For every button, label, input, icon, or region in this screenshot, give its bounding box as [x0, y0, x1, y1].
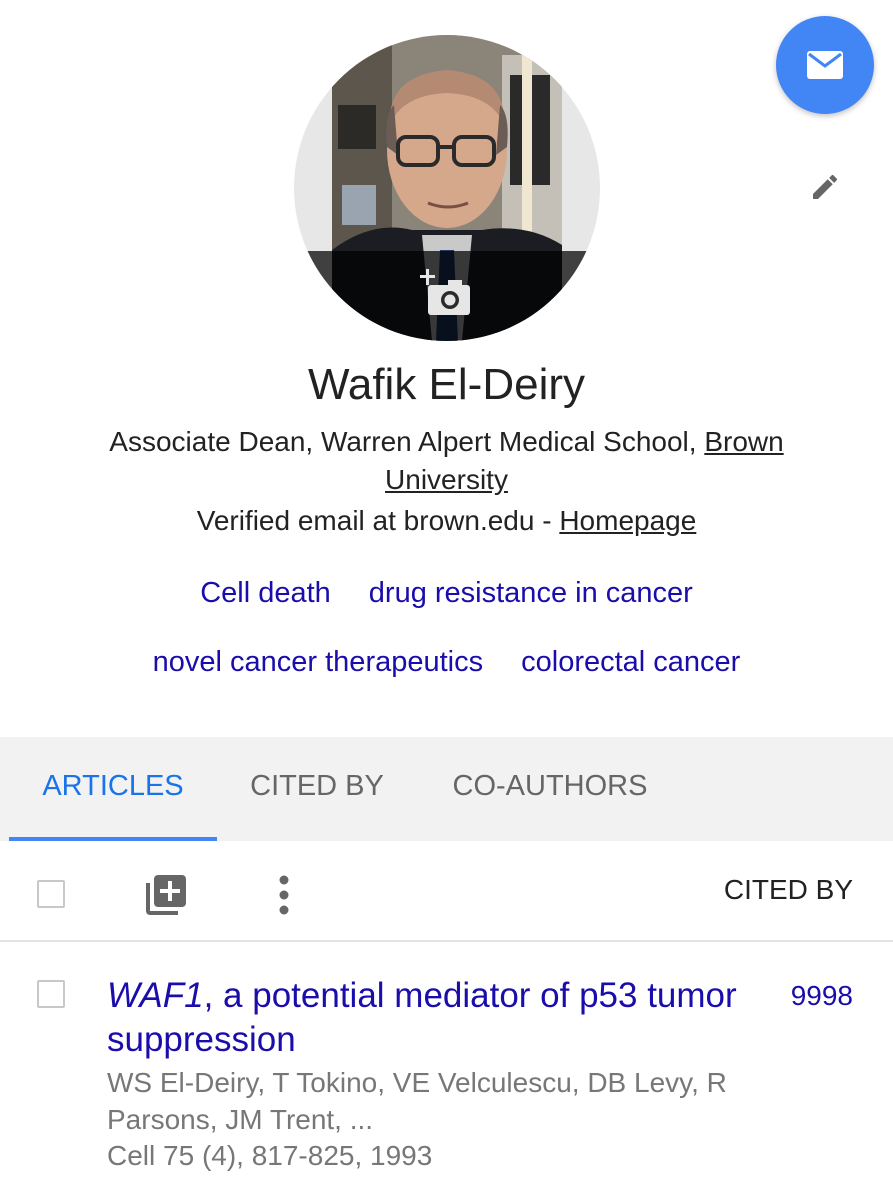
cited-by-column-header[interactable]: CITED BY [724, 874, 853, 906]
email-verification: Verified email at brown.edu - Homepage [0, 505, 893, 537]
more-options-button[interactable] [266, 871, 302, 919]
toolbar-divider [0, 940, 893, 942]
article-source: Cell 75 (4), 817-825, 1993 [107, 1140, 433, 1171]
tab-bar: ARTICLES CITED BY CO-AUTHORS [0, 737, 893, 841]
interest-link[interactable]: colorectal cancer [521, 646, 740, 679]
select-all-checkbox[interactable] [37, 880, 65, 908]
interests-row-2: novel cancer therapeutics colorectal can… [0, 646, 893, 679]
tab-cited-by[interactable]: CITED BY [224, 737, 410, 841]
homepage-link[interactable]: Homepage [559, 505, 696, 536]
interest-link[interactable]: drug resistance in cancer [369, 577, 693, 610]
affiliation: Associate Dean, Warren Alpert Medical Sc… [60, 423, 833, 499]
interest-link[interactable]: novel cancer therapeutics [153, 646, 483, 679]
article-authors: WS El-Deiry, T Tokino, VE Velculescu, DB… [107, 1067, 727, 1135]
article-title-italic: WAF1 [107, 976, 204, 1015]
affiliation-text: Associate Dean, Warren Alpert Medical Sc… [109, 426, 705, 457]
interests-row-1: Cell death drug resistance in cancer [0, 577, 893, 610]
email-button[interactable] [776, 16, 874, 114]
pencil-icon [813, 174, 838, 199]
avatar [294, 35, 600, 341]
tab-co-authors[interactable]: CO-AUTHORS [424, 737, 676, 841]
add-photo-icon [420, 269, 470, 315]
add-to-library-icon [146, 875, 186, 915]
more-vert-icon [279, 875, 289, 915]
interest-link[interactable]: Cell death [200, 577, 331, 610]
mail-icon [807, 51, 843, 79]
tab-articles[interactable]: ARTICLES [9, 737, 217, 841]
article-checkbox[interactable] [37, 980, 65, 1008]
change-photo-overlay[interactable] [294, 251, 600, 341]
edit-profile-button[interactable] [802, 164, 848, 210]
email-text: Verified email at brown.edu - [196, 505, 560, 536]
profile-name: Wafik El-Deiry [307, 360, 586, 409]
article-cited-by-count[interactable]: 9998 [791, 980, 853, 1012]
add-to-library-button[interactable] [142, 871, 190, 919]
article-title-link[interactable]: WAF1, a potential mediator of p53 tumor … [107, 974, 747, 1062]
